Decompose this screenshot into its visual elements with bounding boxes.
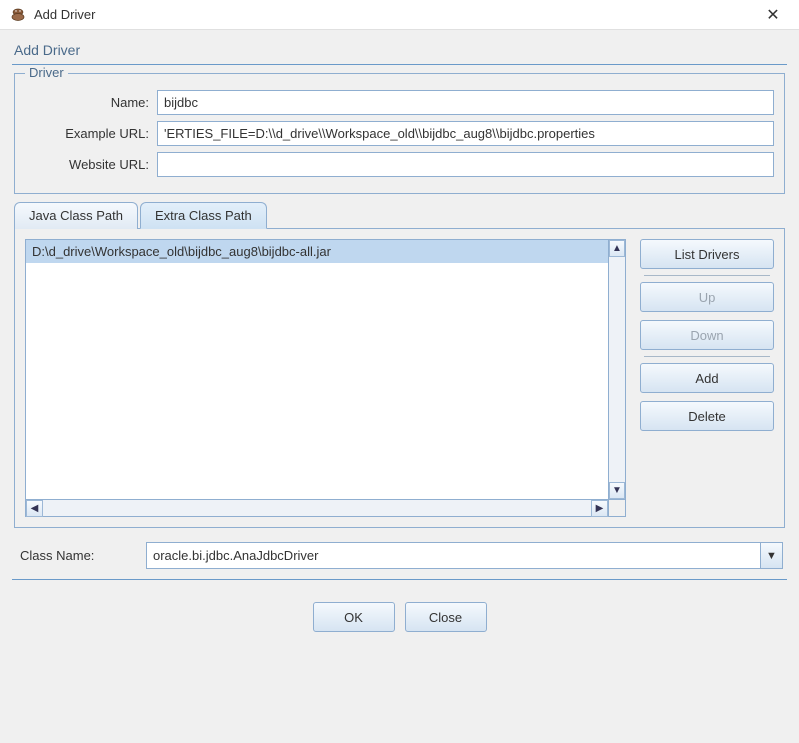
add-button[interactable]: Add [640, 363, 774, 393]
delete-button[interactable]: Delete [640, 401, 774, 431]
titlebar: Add Driver ✕ [0, 0, 799, 30]
example-url-input[interactable] [157, 121, 774, 146]
driver-legend: Driver [25, 65, 68, 80]
footer: OK Close [8, 588, 791, 636]
divider [12, 64, 787, 65]
scroll-right-icon[interactable]: ▶ [591, 500, 608, 517]
name-label: Name: [25, 95, 157, 110]
close-button[interactable]: Close [405, 602, 487, 632]
list-item[interactable]: D:\d_drive\Workspace_old\bijdbc_aug8\bij… [26, 240, 608, 263]
tab-extra-class-path[interactable]: Extra Class Path [140, 202, 267, 229]
classpath-list[interactable]: D:\d_drive\Workspace_old\bijdbc_aug8\bij… [26, 240, 608, 499]
dialog-content: Add Driver Driver Name: Example URL: Web… [0, 30, 799, 743]
down-button[interactable]: Down [640, 320, 774, 350]
driver-fieldset: Driver Name: Example URL: Website URL: [14, 73, 785, 194]
classpath-listbox[interactable]: D:\d_drive\Workspace_old\bijdbc_aug8\bij… [25, 239, 626, 500]
website-url-label: Website URL: [25, 157, 157, 172]
row-name: Name: [25, 90, 774, 115]
tabs-bar: Java Class Path Extra Class Path [14, 202, 785, 229]
divider [644, 356, 770, 357]
class-name-row: Class Name: ▼ [16, 542, 783, 569]
class-name-label: Class Name: [16, 548, 146, 563]
divider [12, 579, 787, 580]
scroll-up-icon[interactable]: ▲ [609, 240, 625, 257]
tab-body-extra: D:\d_drive\Workspace_old\bijdbc_aug8\bij… [14, 228, 785, 528]
example-url-label: Example URL: [25, 126, 157, 141]
chevron-down-icon[interactable]: ▼ [760, 543, 782, 568]
class-name-combo[interactable]: ▼ [146, 542, 783, 569]
classpath-tabs: Java Class Path Extra Class Path D:\d_dr… [14, 202, 785, 528]
row-website-url: Website URL: [25, 152, 774, 177]
vertical-scrollbar[interactable]: ▲ ▼ [608, 240, 625, 499]
scroll-down-icon[interactable]: ▼ [609, 482, 625, 499]
class-name-input[interactable] [147, 543, 760, 568]
scroll-track[interactable] [609, 257, 625, 482]
app-icon [10, 7, 26, 23]
scroll-corner [608, 500, 625, 516]
row-example-url: Example URL: [25, 121, 774, 146]
side-buttons: List Drivers Up Down Add Delete [640, 239, 774, 517]
tab-java-class-path[interactable]: Java Class Path [14, 202, 138, 229]
horizontal-scrollbar[interactable]: ◀ ▶ [25, 500, 626, 517]
scroll-left-icon[interactable]: ◀ [26, 500, 43, 517]
classpath-list-area: D:\d_drive\Workspace_old\bijdbc_aug8\bij… [25, 239, 626, 517]
list-drivers-button[interactable]: List Drivers [640, 239, 774, 269]
page-title: Add Driver [8, 34, 791, 64]
close-icon[interactable]: ✕ [757, 1, 789, 29]
ok-button[interactable]: OK [313, 602, 395, 632]
name-input[interactable] [157, 90, 774, 115]
divider [644, 275, 770, 276]
website-url-input[interactable] [157, 152, 774, 177]
window-title: Add Driver [34, 7, 757, 22]
up-button[interactable]: Up [640, 282, 774, 312]
hscroll-track[interactable] [43, 500, 591, 516]
